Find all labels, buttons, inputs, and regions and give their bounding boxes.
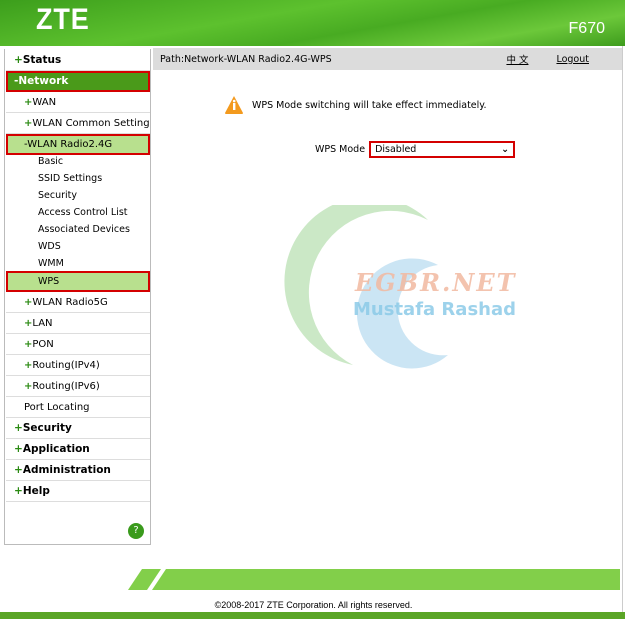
wps-mode-row: WPS Mode Disabled ⌄ — [315, 141, 516, 158]
breadcrumb: Path:Network-WLAN Radio2.4G-WPS — [160, 53, 332, 65]
watermark-author: Mustafa Rashad — [353, 299, 517, 320]
plus-icon: + — [14, 422, 23, 434]
plus-icon: + — [14, 54, 23, 66]
nav-application[interactable]: + Application — [6, 439, 150, 460]
notice: WPS Mode switching will take effect imme… — [224, 95, 487, 115]
nav-wlan-common-setting[interactable]: + WLAN Common Setting — [6, 113, 150, 134]
nav-label: Security — [22, 422, 72, 434]
nav-ssid-settings[interactable]: SSID Settings — [6, 170, 150, 187]
plus-icon: + — [24, 296, 33, 308]
nav-wan[interactable]: + WAN — [6, 92, 150, 113]
plus-icon: + — [24, 359, 33, 371]
nav-security[interactable]: + Security — [6, 418, 150, 439]
nav-wlan-radio-5g[interactable]: + WLAN Radio5G — [6, 292, 150, 313]
nav-label: Port Locating — [24, 401, 90, 413]
notice-text: WPS Mode switching will take effect imme… — [252, 99, 487, 111]
plus-icon: + — [14, 443, 23, 455]
language-link[interactable]: 中 文 — [506, 52, 528, 66]
nav-port-locating[interactable]: Port Locating — [6, 397, 150, 418]
nav-help[interactable]: + Help — [6, 481, 150, 502]
help-icon[interactable]: ? — [128, 523, 144, 539]
bottom-bar — [0, 612, 625, 619]
nav-label: -WLAN Radio2.4G — [24, 138, 113, 150]
nav-wds[interactable]: WDS — [6, 238, 150, 255]
warning-icon — [225, 96, 243, 114]
nav-routing-ipv4[interactable]: + Routing(IPv4) — [6, 355, 150, 376]
nav-label: WLAN Radio5G — [32, 296, 108, 308]
sidebar: + Status -Network + WAN + WLAN Common Setti… — [4, 49, 151, 545]
nav-label: PON — [32, 338, 54, 350]
nav-pon[interactable]: + PON — [6, 334, 150, 355]
plus-icon: + — [24, 317, 33, 329]
chevron-down-icon: ⌄ — [501, 144, 510, 155]
nav-basic[interactable]: Basic — [6, 153, 150, 170]
nav-label: Routing(IPv4) — [32, 359, 100, 371]
nav-security-sub[interactable]: Security — [6, 187, 150, 204]
plus-icon: + — [14, 464, 23, 476]
header: ZTE F670 — [0, 0, 625, 46]
wps-mode-label: WPS Mode — [315, 144, 366, 155]
nav-administration[interactable]: + Administration — [6, 460, 150, 481]
nav-label: -Network — [14, 75, 69, 87]
nav-label: Status — [22, 54, 62, 66]
nav-label: Application — [22, 443, 90, 455]
nav-label: LAN — [32, 317, 53, 329]
nav-routing-ipv6[interactable]: + Routing(IPv6) — [6, 376, 150, 397]
model-name: F670 — [568, 20, 605, 37]
nav-associated-devices[interactable]: Associated Devices — [6, 221, 150, 238]
plus-icon: + — [24, 338, 33, 350]
wps-mode-select[interactable]: Disabled ⌄ — [369, 141, 516, 158]
nav-wmm[interactable]: WMM — [6, 255, 150, 272]
nav-status[interactable]: + Status — [6, 50, 150, 71]
watermark-text: EGBR.NET — [355, 268, 517, 297]
nav-label: Administration — [22, 464, 111, 476]
divider — [622, 46, 623, 612]
plus-icon: + — [24, 96, 33, 108]
footer-strip — [128, 569, 620, 590]
logout-link[interactable]: Logout — [556, 54, 589, 65]
nav-access-control-list[interactable]: Access Control List — [6, 204, 150, 221]
plus-icon: + — [14, 485, 23, 497]
nav-label: WAN — [32, 96, 57, 108]
nav-label: Routing(IPv6) — [32, 380, 100, 392]
nav-network[interactable]: -Network — [6, 71, 150, 92]
plus-icon: + — [24, 380, 33, 392]
plus-icon: + — [24, 117, 33, 129]
path-bar: Path:Network-WLAN Radio2.4G-WPS 中 文 Logo… — [153, 48, 622, 70]
nav-label: WLAN Common Setting — [32, 117, 150, 129]
nav-lan[interactable]: + LAN — [6, 313, 150, 334]
nav-label: Help — [22, 485, 50, 497]
zte-logo: ZTE — [36, 3, 90, 36]
nav-wps[interactable]: WPS — [6, 271, 150, 292]
wps-mode-value: Disabled — [375, 144, 417, 155]
copyright: ©2008-2017 ZTE Corporation. All rights r… — [214, 600, 413, 610]
nav-wlan-radio-24g[interactable]: -WLAN Radio2.4G — [6, 134, 150, 155]
